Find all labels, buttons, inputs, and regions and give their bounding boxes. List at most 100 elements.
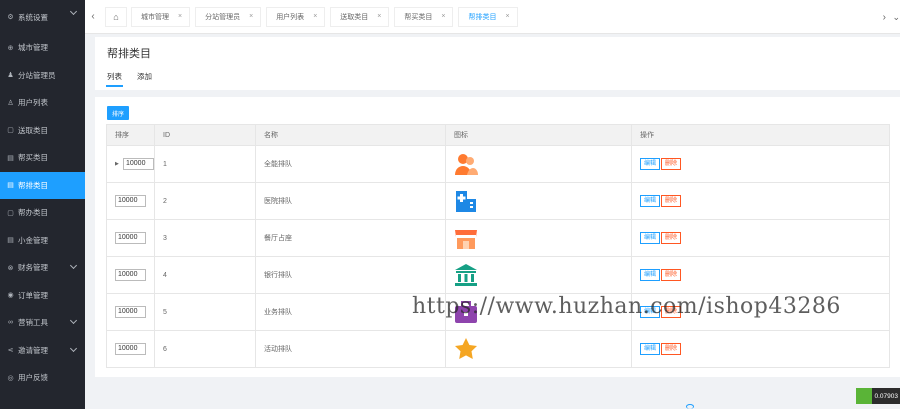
people-icon [454, 152, 631, 176]
sidebar-item[interactable]: ▤ 小金管理 [0, 227, 85, 255]
tab-item[interactable]: 分站管理员 × [195, 6, 262, 27]
delete-button[interactable]: 删除 [661, 269, 682, 281]
tab-item[interactable]: 帮排类目 × [458, 6, 518, 27]
caret-right-icon: ▶ [115, 161, 119, 167]
close-icon[interactable]: × [505, 13, 509, 20]
briefcase-icon [454, 300, 631, 324]
tabs-scroll-right-icon[interactable]: › [883, 12, 886, 23]
sort-cell: 10000 [106, 256, 155, 294]
loading-indicator-icon [686, 404, 694, 409]
sort-order-input[interactable]: 10000 [115, 343, 146, 355]
name-cell: 医院排队 [255, 182, 446, 220]
edit-button[interactable]: 编辑 [640, 195, 661, 207]
sidebar-item-label: 系统设置 [18, 12, 48, 22]
close-icon[interactable]: × [178, 13, 182, 20]
hospital-icon [454, 189, 631, 213]
delete-button[interactable]: 删除 [661, 158, 682, 170]
sidebar-item[interactable]: ▤ 帮买类目 [0, 144, 85, 172]
sidebar-item[interactable]: ◉ 订单管理 [0, 282, 85, 310]
list-icon: ▤ [7, 182, 14, 190]
tab-item[interactable]: 帮买类目 × [394, 6, 454, 27]
table-row: 10000 5 业务排队 编辑 删除 [106, 293, 890, 331]
edit-button[interactable]: 编辑 [640, 269, 661, 281]
icon-cell [445, 145, 632, 183]
name-cell: 餐厅占座 [255, 219, 446, 257]
sidebar-item[interactable]: ◎ 用户反馈 [0, 364, 85, 392]
delete-button[interactable]: 删除 [661, 232, 682, 244]
tab-label: 帮排类目 [468, 13, 497, 21]
edit-button[interactable]: 编辑 [640, 306, 661, 318]
table-row: ▶ 10000 1 全能排队 编辑 删除 [106, 145, 890, 183]
sidebar-item-label: 订单管理 [18, 290, 48, 300]
icon-cell [445, 293, 632, 331]
content-card: 排序 排序 ID 名称 图标 操作 ▶ 10000 1 全能排队 编辑 删除 10000 2 医… [95, 97, 900, 377]
sort-button[interactable]: 排序 [107, 106, 129, 120]
id-cell: 1 [154, 145, 256, 183]
tabs-scroll-left-icon[interactable]: ‹ [85, 11, 101, 22]
sidebar-item-label: 营销工具 [18, 318, 48, 328]
globe-icon: ⊕ [7, 44, 14, 52]
home-icon[interactable]: ⌂ [105, 6, 127, 27]
sidebar-item[interactable]: ♙ 用户列表 [0, 89, 85, 117]
sort-order-input[interactable]: 10000 [115, 306, 146, 318]
sidebar-item-label: 送取类目 [18, 125, 48, 135]
category-table: 排序 ID 名称 图标 操作 ▶ 10000 1 全能排队 编辑 删除 10000 2 医院排队… [106, 124, 890, 368]
sort-order-input[interactable]: 10000 [115, 269, 146, 281]
id-cell: 3 [154, 219, 256, 257]
share-icon: ⋖ [7, 347, 14, 355]
sidebar-item[interactable]: ⚙ 系统设置 [0, 0, 85, 34]
close-icon[interactable]: × [377, 13, 381, 20]
name-cell: 活动排队 [255, 330, 446, 368]
tab-item[interactable]: 用户列表 × [266, 6, 326, 27]
sidebar-item[interactable]: ▢ 帮办类目 [0, 199, 85, 227]
sidebar-item[interactable]: ♟ 分站管理员 [0, 62, 85, 90]
subtab-add[interactable]: 添加 [137, 71, 152, 82]
actions-cell: 编辑 删除 [631, 219, 890, 257]
subtab-active-indicator [106, 85, 123, 87]
tabs-menu-icon[interactable]: ⌄ [892, 12, 900, 23]
icon-cell [445, 256, 632, 294]
close-icon[interactable]: × [249, 13, 253, 20]
icon-cell [445, 219, 632, 257]
sidebar-item[interactable]: ⊗ 财务管理 [0, 254, 85, 282]
badge-value: 0.07903 [874, 392, 899, 400]
list-icon: ▤ [7, 237, 14, 245]
tab-label: 帮买类目 [404, 13, 433, 21]
tab-item[interactable]: 送取类目 × [330, 6, 390, 27]
tab-item[interactable]: 城市管理 × [131, 6, 191, 27]
sidebar-item[interactable]: ▤ 帮排类目 [0, 171, 85, 199]
link-icon: ∞ [8, 319, 13, 327]
list-icon: ▤ [7, 154, 14, 162]
sidebar-item[interactable]: ⊕ 城市管理 [0, 34, 85, 62]
page-header: 帮排类目 列表 添加 [95, 37, 900, 90]
tab-bar: ‹ ⌂ 城市管理 × 分站管理员 × 用户列表 × 送取类目 × 帮买类目 × 帮排类目 × › ⌄ [85, 0, 900, 34]
icon-cell [445, 182, 632, 220]
sidebar-item-label: 城市管理 [18, 43, 48, 53]
column-header-icon: 图标 [445, 124, 632, 146]
delete-button[interactable]: 删除 [661, 195, 682, 207]
sidebar-item-label: 用户列表 [18, 98, 48, 108]
page-title: 帮排类目 [107, 48, 151, 60]
box-icon: ▢ [7, 209, 14, 217]
sidebar-item-label: 财务管理 [18, 263, 48, 273]
sidebar-item[interactable]: ▢ 送取类目 [0, 117, 85, 145]
subtab-list[interactable]: 列表 [107, 71, 122, 82]
sidebar-item-label: 帮办类目 [18, 208, 48, 218]
sort-order-input[interactable]: 10000 [115, 195, 146, 207]
close-icon[interactable]: × [441, 13, 445, 20]
sidebar-item-label: 用户反馈 [18, 373, 48, 383]
id-cell: 6 [154, 330, 256, 368]
person-icon: ♙ [7, 99, 14, 107]
edit-button[interactable]: 编辑 [640, 232, 661, 244]
sidebar-item[interactable]: ∞ 营销工具 [0, 309, 85, 337]
sort-order-input[interactable]: 10000 [115, 232, 146, 244]
delete-button[interactable]: 删除 [661, 306, 682, 318]
sidebar-item[interactable]: ⋖ 邀请管理 [0, 337, 85, 365]
sort-order-input[interactable]: 10000 [123, 158, 154, 170]
edit-button[interactable]: 编辑 [640, 343, 661, 355]
delete-button[interactable]: 删除 [661, 343, 682, 355]
bank-icon [454, 263, 631, 287]
close-icon[interactable]: × [313, 13, 317, 20]
name-cell: 全能排队 [255, 145, 446, 183]
edit-button[interactable]: 编辑 [640, 158, 661, 170]
